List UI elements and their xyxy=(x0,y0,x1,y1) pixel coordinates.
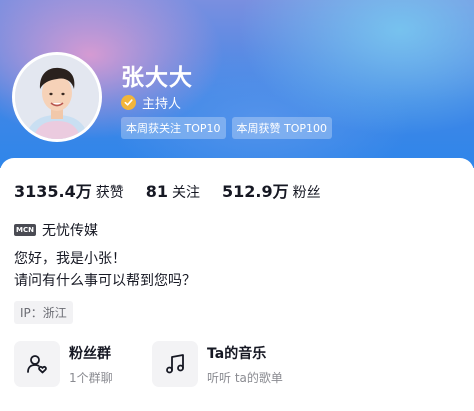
music-subtitle: 听听 ta的歌单 xyxy=(207,370,283,385)
verification-row: 主持人 xyxy=(121,93,181,112)
profile-header: 张大大 主持人 本周获关注 TOP10 本周获赞 TOP100 xyxy=(0,0,474,168)
verified-check-icon xyxy=(121,95,136,110)
organization-name: 无忧传媒 xyxy=(41,223,98,239)
fan-group-title: 粉丝群 xyxy=(69,345,111,362)
stat-likes-label: 获赞 xyxy=(95,185,124,201)
music-note-icon xyxy=(152,341,198,387)
verification-label: 主持人 xyxy=(142,97,182,112)
stat-followers-label: 粉丝 xyxy=(292,185,321,201)
stat-following-value: 81 xyxy=(145,182,169,201)
ranking-tags: 本周获关注 TOP10 本周获赞 TOP100 xyxy=(121,117,333,139)
stat-following-label: 关注 xyxy=(172,185,201,201)
stat-likes[interactable]: 3135.4万 获赞 xyxy=(14,178,124,202)
stat-following[interactable]: 81 关注 xyxy=(146,182,200,202)
tag-like-rank[interactable]: 本周获赞 TOP100 xyxy=(231,117,333,139)
fan-group-entry[interactable]: 粉丝群 1个群聊 xyxy=(14,341,152,387)
ip-location-badge: IP：浙江 xyxy=(14,301,73,324)
mcn-icon: MCN xyxy=(14,224,36,236)
avatar[interactable] xyxy=(12,52,102,142)
profile-bio: 您好，我是小张！ 请问有什么事可以帮到您吗？ xyxy=(14,248,196,292)
avatar-image xyxy=(15,55,99,139)
music-title: Ta的音乐 xyxy=(207,345,267,362)
stat-followers-value: 512.9万 xyxy=(222,182,289,201)
stats-row: 3135.4万 获赞 81 关注 512.9万 粉丝 xyxy=(14,178,343,202)
stat-likes-value: 3135.4万 xyxy=(14,182,92,201)
organization-row[interactable]: MCN 无忧传媒 xyxy=(14,220,98,240)
bio-line-2: 请问有什么事可以帮到您吗？ xyxy=(14,273,196,289)
feature-entries: 粉丝群 1个群聊 Ta的音乐 听听 ta的歌单 xyxy=(14,341,290,387)
tag-follow-rank[interactable]: 本周获关注 TOP10 xyxy=(121,117,226,139)
avatar-portrait-icon xyxy=(15,55,99,139)
stat-followers[interactable]: 512.9万 粉丝 xyxy=(222,178,321,202)
music-entry[interactable]: Ta的音乐 听听 ta的歌单 xyxy=(152,341,290,387)
fan-group-icon xyxy=(14,341,60,387)
bio-line-1: 您好，我是小张！ xyxy=(14,251,126,267)
fan-group-subtitle: 1个群聊 xyxy=(69,370,113,385)
profile-card: 3135.4万 获赞 81 关注 512.9万 粉丝 MCN 无忧传媒 您好，我… xyxy=(0,158,474,411)
profile-name: 张大大 xyxy=(121,65,193,91)
